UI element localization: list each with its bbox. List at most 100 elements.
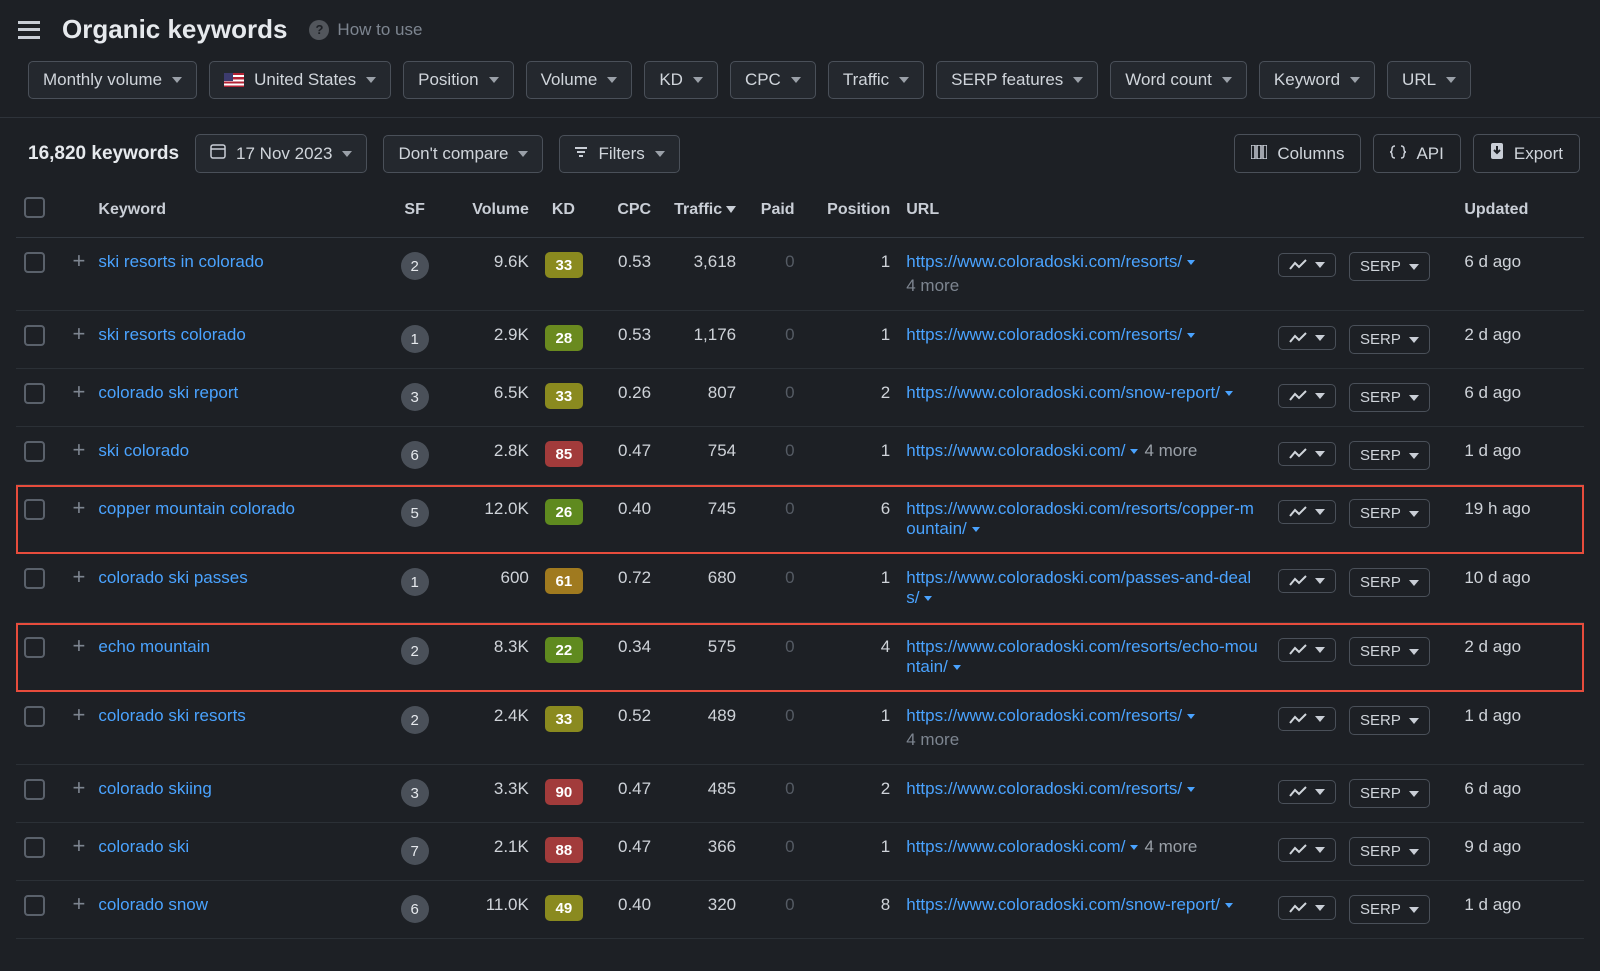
keyword-link[interactable]: colorado skiing — [98, 779, 211, 798]
chevron-down-icon[interactable] — [953, 665, 961, 670]
col-volume[interactable]: Volume — [441, 187, 537, 238]
col-updated[interactable]: Updated — [1456, 187, 1584, 238]
url-link[interactable]: https://www.coloradoski.com/resorts/ — [906, 706, 1182, 725]
row-checkbox[interactable] — [24, 383, 45, 404]
keyword-link[interactable]: ski colorado — [98, 441, 189, 460]
row-checkbox[interactable] — [24, 895, 45, 916]
keyword-link[interactable]: echo mountain — [98, 637, 210, 656]
keyword-link[interactable]: colorado ski passes — [98, 568, 247, 587]
row-checkbox[interactable] — [24, 637, 45, 658]
url-link[interactable]: https://www.coloradoski.com/snow-report/ — [906, 895, 1220, 914]
more-urls[interactable]: 4 more — [1144, 837, 1197, 856]
row-checkbox[interactable] — [24, 779, 45, 800]
row-checkbox[interactable] — [24, 499, 45, 520]
col-keyword[interactable]: Keyword — [90, 187, 388, 238]
serp-button[interactable]: SERP — [1349, 706, 1430, 735]
url-link[interactable]: https://www.coloradoski.com/resorts/copp… — [906, 499, 1254, 538]
hamburger-menu-icon[interactable] — [18, 21, 40, 39]
chart-button[interactable] — [1278, 384, 1336, 408]
add-icon[interactable]: + — [73, 779, 86, 796]
col-traffic[interactable]: Traffic — [659, 187, 744, 238]
col-kd[interactable]: KD — [537, 187, 590, 238]
col-sf[interactable]: SF — [388, 187, 441, 238]
filter-country[interactable]: United States — [209, 61, 391, 99]
filter-position[interactable]: Position — [403, 61, 513, 99]
chevron-down-icon[interactable] — [1130, 845, 1138, 850]
sf-badge[interactable]: 2 — [401, 706, 429, 734]
col-position[interactable]: Position — [803, 187, 899, 238]
add-icon[interactable]: + — [73, 499, 86, 516]
keyword-link[interactable]: colorado snow — [98, 895, 208, 914]
sf-badge[interactable]: 1 — [401, 325, 429, 353]
export-button[interactable]: Export — [1473, 134, 1580, 173]
url-link[interactable]: https://www.coloradoski.com/resorts/echo… — [906, 637, 1257, 676]
row-checkbox[interactable] — [24, 252, 45, 273]
serp-button[interactable]: SERP — [1349, 895, 1430, 924]
more-urls[interactable]: 4 more — [906, 730, 1262, 750]
keyword-link[interactable]: colorado ski resorts — [98, 706, 245, 725]
filter-url[interactable]: URL — [1387, 61, 1471, 99]
serp-button[interactable]: SERP — [1349, 499, 1430, 528]
sf-badge[interactable]: 2 — [401, 252, 429, 280]
row-checkbox[interactable] — [24, 706, 45, 727]
columns-button[interactable]: Columns — [1234, 134, 1361, 173]
filter-monthly-volume[interactable]: Monthly volume — [28, 61, 197, 99]
url-link[interactable]: https://www.coloradoski.com/resorts/ — [906, 325, 1182, 344]
url-link[interactable]: https://www.coloradoski.com/ — [906, 837, 1125, 856]
url-link[interactable]: https://www.coloradoski.com/passes-and-d… — [906, 568, 1251, 607]
chart-button[interactable] — [1278, 253, 1336, 277]
col-url[interactable]: URL — [898, 187, 1270, 238]
row-checkbox[interactable] — [24, 325, 45, 346]
serp-button[interactable]: SERP — [1349, 837, 1430, 866]
chevron-down-icon[interactable] — [1187, 714, 1195, 719]
filter-cpc[interactable]: CPC — [730, 61, 816, 99]
keyword-link[interactable]: copper mountain colorado — [98, 499, 295, 518]
sf-badge[interactable]: 2 — [401, 637, 429, 665]
chart-button[interactable] — [1278, 326, 1336, 350]
sf-badge[interactable]: 6 — [401, 895, 429, 923]
filter-kd[interactable]: KD — [644, 61, 718, 99]
serp-button[interactable]: SERP — [1349, 568, 1430, 597]
sf-badge[interactable]: 7 — [401, 837, 429, 865]
row-checkbox[interactable] — [24, 837, 45, 858]
serp-button[interactable]: SERP — [1349, 252, 1430, 281]
chart-button[interactable] — [1278, 896, 1336, 920]
chevron-down-icon[interactable] — [1225, 903, 1233, 908]
sf-badge[interactable]: 5 — [401, 499, 429, 527]
keyword-link[interactable]: ski resorts in colorado — [98, 252, 263, 271]
chevron-down-icon[interactable] — [1130, 449, 1138, 454]
chart-button[interactable] — [1278, 500, 1336, 524]
chevron-down-icon[interactable] — [1187, 260, 1195, 265]
chart-button[interactable] — [1278, 780, 1336, 804]
row-checkbox[interactable] — [24, 568, 45, 589]
col-cpc[interactable]: CPC — [590, 187, 659, 238]
serp-button[interactable]: SERP — [1349, 325, 1430, 354]
add-icon[interactable]: + — [73, 325, 86, 342]
api-button[interactable]: API — [1373, 134, 1460, 173]
chart-button[interactable] — [1278, 707, 1336, 731]
chevron-down-icon[interactable] — [924, 596, 932, 601]
keyword-link[interactable]: ski resorts colorado — [98, 325, 245, 344]
col-paid[interactable]: Paid — [744, 187, 802, 238]
serp-button[interactable]: SERP — [1349, 637, 1430, 666]
url-link[interactable]: https://www.coloradoski.com/resorts/ — [906, 779, 1182, 798]
keyword-link[interactable]: colorado ski report — [98, 383, 238, 402]
url-link[interactable]: https://www.coloradoski.com/ — [906, 441, 1125, 460]
serp-button[interactable]: SERP — [1349, 383, 1430, 412]
add-icon[interactable]: + — [73, 895, 86, 912]
more-urls[interactable]: 4 more — [906, 276, 1262, 296]
sf-badge[interactable]: 3 — [401, 383, 429, 411]
keyword-link[interactable]: colorado ski — [98, 837, 189, 856]
more-urls[interactable]: 4 more — [1144, 441, 1197, 460]
serp-button[interactable]: SERP — [1349, 441, 1430, 470]
chevron-down-icon[interactable] — [972, 527, 980, 532]
row-checkbox[interactable] — [24, 441, 45, 462]
compare-dropdown[interactable]: Don't compare — [383, 135, 543, 173]
url-link[interactable]: https://www.coloradoski.com/snow-report/ — [906, 383, 1220, 402]
select-all-checkbox[interactable] — [24, 197, 45, 218]
filter-traffic[interactable]: Traffic — [828, 61, 924, 99]
chevron-down-icon[interactable] — [1187, 787, 1195, 792]
chevron-down-icon[interactable] — [1225, 391, 1233, 396]
how-to-use-link[interactable]: ? How to use — [309, 20, 422, 40]
chart-button[interactable] — [1278, 442, 1336, 466]
